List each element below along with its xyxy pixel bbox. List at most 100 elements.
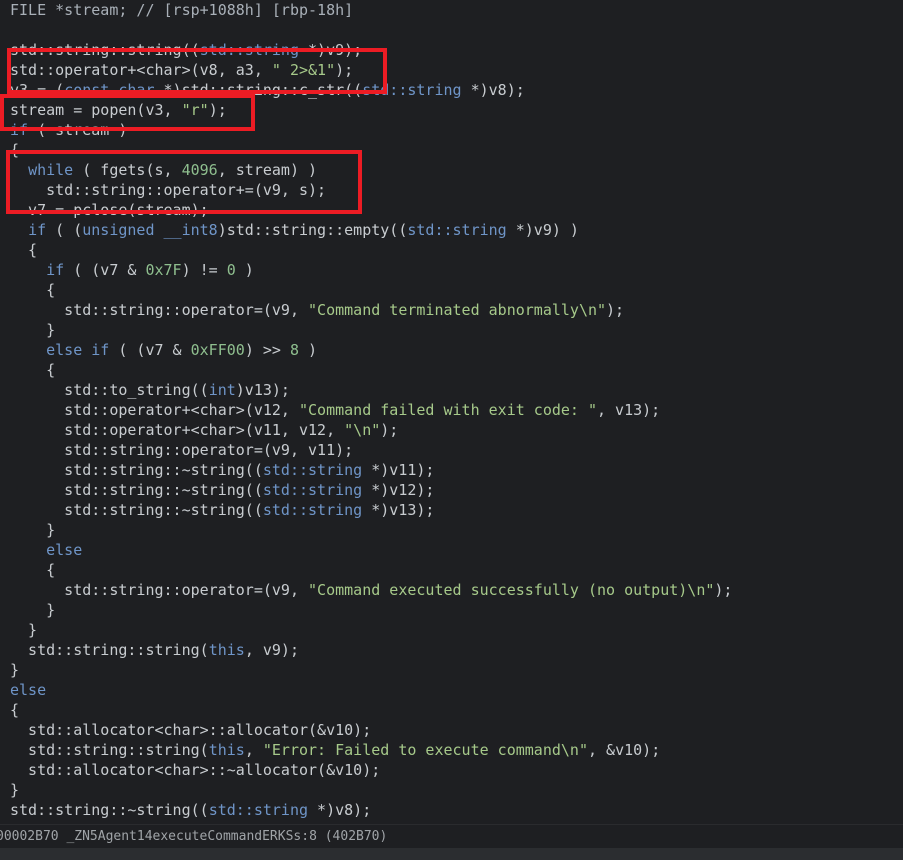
code-token: std::string::string(	[10, 641, 209, 659]
code-token: std::string::~string((	[10, 821, 209, 822]
code-token: std::string::operator=(v9,	[10, 301, 309, 319]
code-line[interactable]: {	[10, 140, 19, 160]
code-token: )v13);	[235, 381, 290, 399]
code-line[interactable]: std::operator+<char>(v8, a3, " 2>&1");	[10, 60, 353, 80]
code-token: {	[10, 701, 20, 719]
code-line[interactable]: else if ( (v7 & 0xFF00) >> 8 )	[10, 340, 317, 360]
code-line[interactable]: std::string::operator+=(v9, s);	[10, 180, 326, 200]
code-token: }	[10, 621, 38, 639]
code-line[interactable]: {	[10, 360, 55, 380]
code-line[interactable]: else	[10, 540, 82, 560]
code-token: }	[10, 781, 20, 799]
code-token: std::string::~string((	[10, 481, 263, 499]
code-token: , &v10);	[587, 741, 661, 759]
code-token: )	[299, 341, 318, 359]
code-line[interactable]: std::string::string(this, v9);	[10, 640, 299, 660]
code-line[interactable]: if ( (unsigned __int8)std::string::empty…	[10, 220, 579, 240]
code-line[interactable]: std::to_string((int)v13);	[10, 380, 290, 400]
code-token: unsigned __int8	[82, 221, 218, 239]
code-token: std::string::operator+=(v9, s);	[10, 181, 327, 199]
code-line[interactable]: }	[10, 660, 19, 680]
code-line[interactable]: stream = popen(v3, "r");	[10, 100, 227, 120]
code-token: std::string::string((	[10, 41, 200, 59]
code-token: std::string::string(	[10, 741, 209, 759]
code-token: ( (v7 &	[64, 261, 146, 279]
code-line[interactable]: }	[10, 320, 55, 340]
code-line[interactable]: {	[10, 240, 37, 260]
code-line[interactable]: std::string::~string((std::string *)v9);	[10, 820, 371, 822]
code-line[interactable]: std::string::~string((std::string *)v11)…	[10, 460, 434, 480]
code-token: stream = popen(v3,	[10, 101, 182, 119]
code-token: }	[10, 601, 56, 619]
code-line[interactable]: std::string::string((std::string *)v9);	[10, 40, 362, 60]
code-line[interactable]: }	[10, 780, 19, 800]
code-token: ( (	[46, 221, 83, 239]
code-token: std::string	[362, 81, 462, 99]
code-token: *)v13);	[362, 501, 435, 519]
code-token: std::string::~string((	[10, 461, 263, 479]
code-line[interactable]: {	[10, 280, 55, 300]
code-token: std::operator+<char>(v8, a3,	[10, 61, 272, 79]
code-line[interactable]: if ( (v7 & 0x7F) != 0 )	[10, 260, 254, 280]
code-line[interactable]: v7 = pclose(stream);	[10, 200, 209, 220]
code-token: this	[208, 641, 245, 659]
code-token: std::operator+<char>(v11, v12,	[10, 421, 345, 439]
code-token: }	[10, 321, 56, 339]
code-token: std::string::~string((	[10, 801, 209, 819]
code-line[interactable]: std::string::~string((std::string *)v12)…	[10, 480, 434, 500]
code-token: std::string	[208, 801, 309, 819]
horizontal-scrollbar[interactable]	[0, 848, 903, 860]
code-line[interactable]: while ( fgets(s, 4096, stream) )	[10, 160, 317, 180]
code-token: if	[28, 221, 47, 239]
code-token: std::string	[209, 821, 308, 822]
code-token: if	[46, 261, 65, 279]
code-line[interactable]: std::string::string(this, "Error: Failed…	[10, 740, 660, 760]
code-line[interactable]: FILE *stream; // [rsp+1088h] [rbp-18h]	[10, 0, 353, 20]
code-token: {	[10, 361, 56, 379]
code-line[interactable]: std::allocator<char>::allocator(&v10);	[10, 720, 371, 740]
code-token: *)v12);	[362, 481, 435, 499]
code-token: "\n"	[344, 421, 381, 439]
code-token: *)v8);	[461, 81, 525, 99]
code-token: ,	[244, 741, 263, 759]
code-line[interactable]: {	[10, 560, 55, 580]
code-token: std::string	[407, 221, 507, 239]
code-line[interactable]: std::operator+<char>(v12, "Command faile…	[10, 400, 660, 420]
code-line[interactable]: std::string::~string((std::string *)v13)…	[10, 500, 434, 520]
code-line[interactable]: {	[10, 700, 19, 720]
code-token: );	[208, 101, 227, 119]
code-token: 0	[226, 261, 236, 279]
code-line[interactable]: }	[10, 600, 55, 620]
code-line[interactable]: std::allocator<char>::~allocator(&v10);	[10, 760, 380, 780]
code-token: const char	[64, 81, 155, 99]
code-line[interactable]: v3 = (const char *)std::string::c_str((s…	[10, 80, 525, 100]
code-token: 0xFF00	[190, 341, 245, 359]
code-line[interactable]: std::operator+<char>(v11, v12, "\n");	[10, 420, 398, 440]
code-token: );	[714, 581, 733, 599]
code-token: std::string	[262, 481, 363, 499]
code-line[interactable]: std::string::~string((std::string *)v8);	[10, 800, 371, 820]
code-line[interactable]: }	[10, 520, 55, 540]
code-token: *)v11);	[362, 461, 435, 479]
code-token: std::string::~string((	[10, 501, 263, 519]
code-token: ) !=	[181, 261, 227, 279]
pseudocode-viewer: FILE *stream; // [rsp+1088h] [rbp-18h] st…	[0, 0, 903, 860]
code-line[interactable]: std::string::operator=(v9, v11);	[10, 440, 353, 460]
code-line[interactable]: else	[10, 680, 46, 700]
code-line[interactable]: std::string::operator=(v9, "Command exec…	[10, 580, 732, 600]
code-token: std::to_string((	[10, 381, 209, 399]
code-token: else	[46, 541, 83, 559]
code-token: {	[10, 281, 56, 299]
code-token: *)v9);	[308, 821, 371, 822]
code-line[interactable]: }	[10, 620, 37, 640]
code-line[interactable]: std::string::operator=(v9, "Command term…	[10, 300, 624, 320]
code-token: );	[335, 61, 354, 79]
code-line[interactable]: if ( stream )	[10, 120, 127, 140]
code-token: *)v9);	[299, 41, 363, 59]
pseudocode-listing[interactable]: FILE *stream; // [rsp+1088h] [rbp-18h] st…	[10, 0, 903, 822]
code-token: *)v8);	[308, 801, 372, 819]
